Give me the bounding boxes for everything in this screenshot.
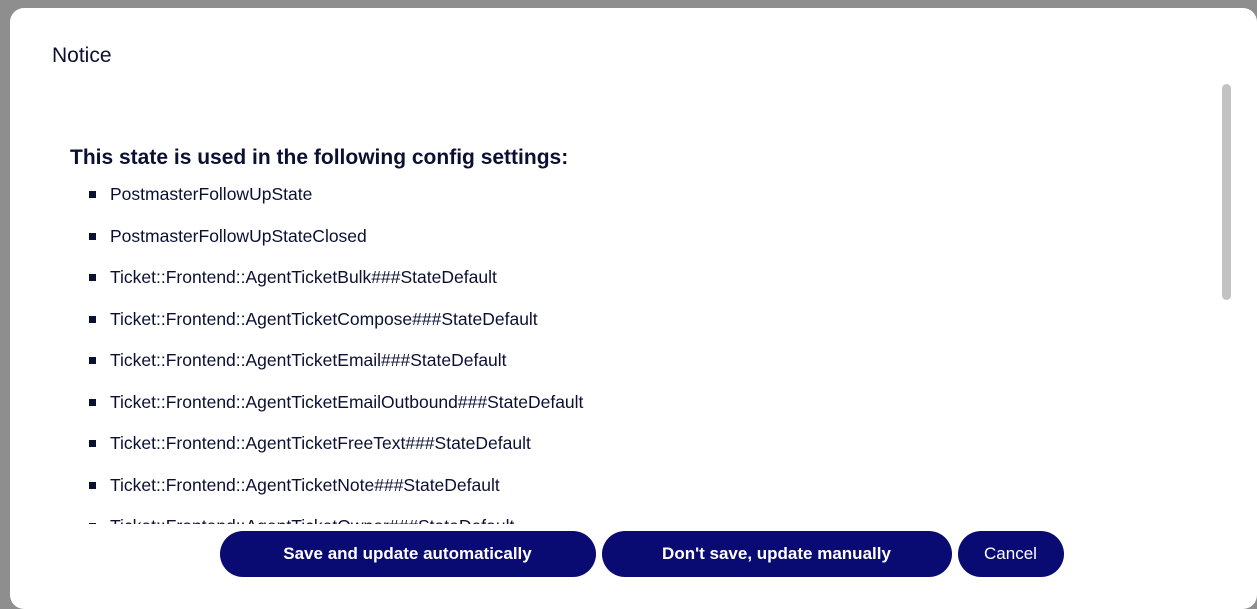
bullet-icon (89, 274, 96, 281)
bullet-icon (89, 357, 96, 364)
dialog-footer: Save and update automatically Don't save… (10, 530, 1257, 578)
content-heading: This state is used in the following conf… (70, 146, 569, 169)
scrollbar-thumb[interactable] (1222, 84, 1231, 300)
cancel-button[interactable]: Cancel (957, 531, 1064, 577)
bullet-icon (89, 440, 96, 447)
dialog-content-scroll[interactable]: This state is used in the following conf… (10, 82, 1257, 524)
bullet-icon (89, 232, 96, 240)
list-item: Ticket::Frontend::AgentTicketEmail###Sta… (10, 346, 583, 388)
list-item-label: Ticket::Frontend::AgentTicketEmailOutbou… (110, 391, 584, 412)
dont-save-update-manually-button[interactable]: Don't save, update manually (601, 531, 952, 577)
list-item: Ticket::Frontend::AgentTicketEmailOutbou… (10, 388, 583, 430)
list-item: Ticket::Frontend::AgentTicketBulk###Stat… (10, 263, 583, 305)
save-and-update-automatically-button[interactable]: Save and update automatically (219, 531, 596, 577)
list-item: Ticket::Frontend::AgentTicketCompose###S… (10, 305, 583, 347)
notice-dialog: Notice This state is used in the followi… (10, 8, 1257, 609)
bullet-icon (89, 398, 96, 406)
list-item-label: Ticket::Frontend::AgentTicketOwner###Sta… (110, 516, 514, 524)
bullet-icon (89, 523, 96, 524)
list-item-label: Ticket::Frontend::AgentTicketNote###Stat… (110, 474, 500, 495)
bullet-icon (89, 315, 96, 323)
list-item: Ticket::Frontend::AgentTicketOwner###Sta… (10, 512, 583, 524)
config-settings-list: PostmasterFollowUpState PostmasterFollow… (10, 180, 583, 524)
list-item: PostmasterFollowUpStateClosed (10, 222, 583, 264)
list-item-label: PostmasterFollowUpState (110, 184, 313, 204)
list-item-label: Ticket::Frontend::AgentTicketCompose###S… (110, 308, 538, 329)
list-item: PostmasterFollowUpState (10, 180, 583, 222)
bullet-icon (89, 191, 96, 198)
list-item-label: PostmasterFollowUpStateClosed (110, 225, 367, 246)
dialog-title: Notice (52, 44, 112, 67)
bullet-icon (89, 481, 96, 489)
list-item: Ticket::Frontend::AgentTicketFreeText###… (10, 429, 583, 471)
list-item-label: Ticket::Frontend::AgentTicketEmail###Sta… (110, 350, 507, 370)
list-item-label: Ticket::Frontend::AgentTicketFreeText###… (110, 433, 531, 453)
list-item-label: Ticket::Frontend::AgentTicketBulk###Stat… (110, 267, 497, 287)
list-item: Ticket::Frontend::AgentTicketNote###Stat… (10, 471, 583, 513)
